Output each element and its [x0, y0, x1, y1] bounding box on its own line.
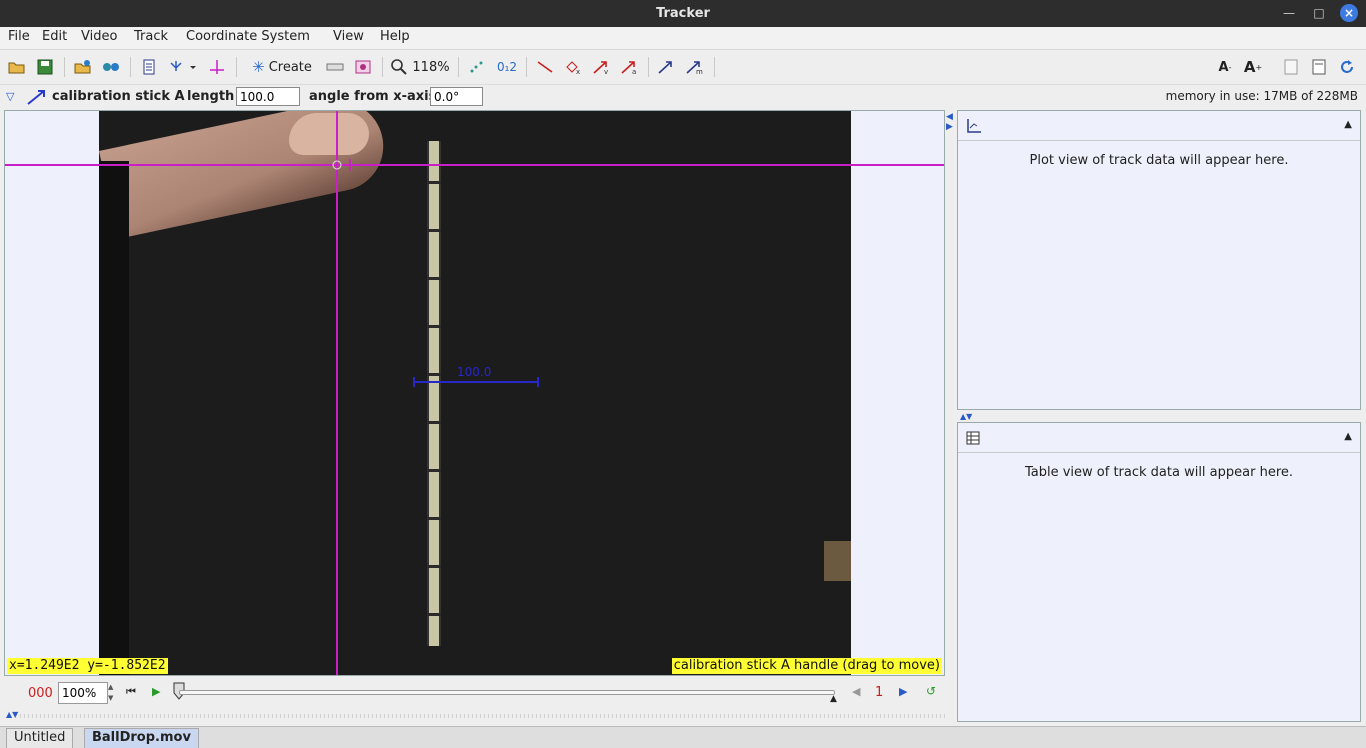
play-icon[interactable]: ▶ [152, 685, 160, 698]
hand-image [289, 113, 369, 155]
plot-icon[interactable] [966, 118, 982, 134]
angle-label: angle from x-axis [309, 89, 437, 104]
step-forward-icon[interactable]: ▶ [899, 685, 907, 698]
maximize-icon[interactable]: □ [1310, 4, 1328, 22]
open-folder-icon[interactable] [6, 56, 28, 78]
menu-edit[interactable]: Edit [36, 28, 73, 46]
calibration-stick-icon[interactable] [26, 88, 48, 106]
trails-icon[interactable] [466, 56, 488, 78]
table-icon[interactable] [966, 431, 980, 445]
magnifier-icon [391, 59, 408, 75]
menu-track[interactable]: Track [128, 28, 174, 46]
svg-text:m: m [696, 68, 703, 75]
clip-settings-icon[interactable] [138, 56, 160, 78]
document-tabs: Untitled BallDrop.mov [0, 726, 1366, 748]
position-icon[interactable]: x [562, 56, 584, 78]
zoom-button[interactable]: 118% [390, 56, 450, 78]
table-placeholder: Table view of track data will appear her… [1024, 465, 1294, 480]
coordinate-axes-dropdown-icon[interactable] [166, 56, 200, 78]
y-axis-line[interactable] [336, 111, 338, 675]
import-icon[interactable] [100, 56, 122, 78]
split-arrows-icon[interactable]: ▲▼ [6, 710, 18, 719]
video-frame[interactable] [99, 111, 851, 675]
origin-marker-icon[interactable] [330, 159, 354, 173]
length-field[interactable] [236, 87, 300, 106]
acceleration-icon[interactable]: a [618, 56, 640, 78]
menu-file[interactable]: File [2, 28, 36, 46]
length-label: length [187, 89, 235, 104]
step-back-icon[interactable]: ◀ [852, 685, 860, 698]
font-smaller-icon[interactable]: A- [1214, 56, 1236, 78]
table-panel: ▲ Table view of track data will appear h… [957, 422, 1361, 722]
tab-untitled[interactable]: Untitled [6, 728, 74, 748]
menu-view[interactable]: View [327, 28, 370, 46]
create-label: Create [268, 59, 312, 75]
hint-message: calibration stick A handle (drag to move… [671, 658, 942, 674]
axes-icon[interactable] [206, 56, 228, 78]
right-panels: ▲ Plot view of track data will appear he… [957, 110, 1361, 722]
create-star-icon: ✳ [252, 58, 265, 76]
menu-bar: File Edit Video Track Coordinate System … [0, 27, 1366, 49]
frame-counter[interactable]: 000 [28, 686, 53, 701]
x-axis-line[interactable] [5, 164, 944, 166]
loop-icon[interactable]: ↺ [926, 684, 936, 698]
table-collapse-icon[interactable]: ▲ [1344, 431, 1352, 442]
save-icon[interactable] [34, 56, 56, 78]
main-toolbar: ✳ Create 118% 0₁2 x v a m A- A + [0, 49, 1366, 84]
plot-collapse-icon[interactable]: ▲ [1344, 119, 1352, 130]
svg-text:x: x [576, 68, 580, 75]
panel-icon[interactable] [1308, 56, 1330, 78]
playback-rate-field[interactable] [58, 682, 108, 704]
meter-stick-image [427, 141, 441, 646]
step-size[interactable]: 1 [875, 685, 883, 700]
frame-slider[interactable] [179, 690, 835, 695]
momentum-icon[interactable]: m [684, 56, 706, 78]
reset-icon[interactable]: ⏮ [126, 685, 136, 699]
zoom-level: 118% [412, 59, 450, 75]
mouse-coordinates: x=1.249E2 y=-1.852E2 [7, 658, 168, 674]
font-larger-icon[interactable]: A + [1242, 56, 1264, 78]
tab-balldrop[interactable]: BallDrop.mov [84, 728, 199, 748]
velocity-icon[interactable]: v [590, 56, 612, 78]
labels-icon[interactable]: 0₁2 [494, 56, 520, 78]
plot-panel: ▲ Plot view of track data will appear he… [957, 110, 1361, 410]
rate-spinner-icon[interactable]: ▲ ▼ [108, 682, 120, 704]
svg-text:v: v [604, 68, 608, 75]
plot-placeholder: Plot view of track data will appear here… [1029, 153, 1289, 168]
svg-text:a: a [632, 68, 636, 75]
window-title: Tracker [656, 6, 710, 21]
end-marker-icon[interactable]: ▲ [830, 694, 837, 704]
calibration-length-label: 100.0 [457, 365, 492, 379]
memory-status: memory in use: 17MB of 228MB [1165, 89, 1358, 103]
create-track-button[interactable]: ✳ Create [244, 56, 320, 78]
track-name[interactable]: calibration stick A [52, 89, 185, 104]
menu-help[interactable]: Help [374, 28, 416, 46]
notes-icon[interactable] [1280, 56, 1302, 78]
player-bar: 000 ▲▼ ⏮ ▶ ▲ ◀ 1 ▶ ↺ [4, 678, 945, 708]
ruler-icon[interactable] [324, 56, 346, 78]
filter-icon[interactable] [352, 56, 374, 78]
collapse-triangle-icon[interactable]: ▽ [6, 90, 14, 103]
menu-video[interactable]: Video [75, 28, 123, 46]
minimize-icon[interactable]: — [1280, 4, 1298, 22]
refresh-icon[interactable] [1336, 56, 1358, 78]
close-icon[interactable]: × [1340, 4, 1358, 22]
track-control-bar: ▽ calibration stick A length angle from … [0, 84, 1366, 108]
path-icon[interactable] [534, 56, 556, 78]
calibration-stick[interactable] [413, 377, 539, 387]
open-video-icon[interactable] [72, 56, 94, 78]
video-viewer[interactable]: 100.0 x=1.249E2 y=-1.852E2 calibration s… [4, 110, 945, 676]
right-split-arrows-icon[interactable]: ▲▼ [960, 412, 972, 421]
window-titlebar: Tracker — □ × [0, 0, 1366, 27]
angle-field[interactable] [430, 87, 483, 106]
xmass-icon[interactable] [656, 56, 678, 78]
menu-coordinate-system[interactable]: Coordinate System [180, 28, 316, 46]
splitter-arrows-icon[interactable]: ◀ ▶ [946, 112, 954, 132]
